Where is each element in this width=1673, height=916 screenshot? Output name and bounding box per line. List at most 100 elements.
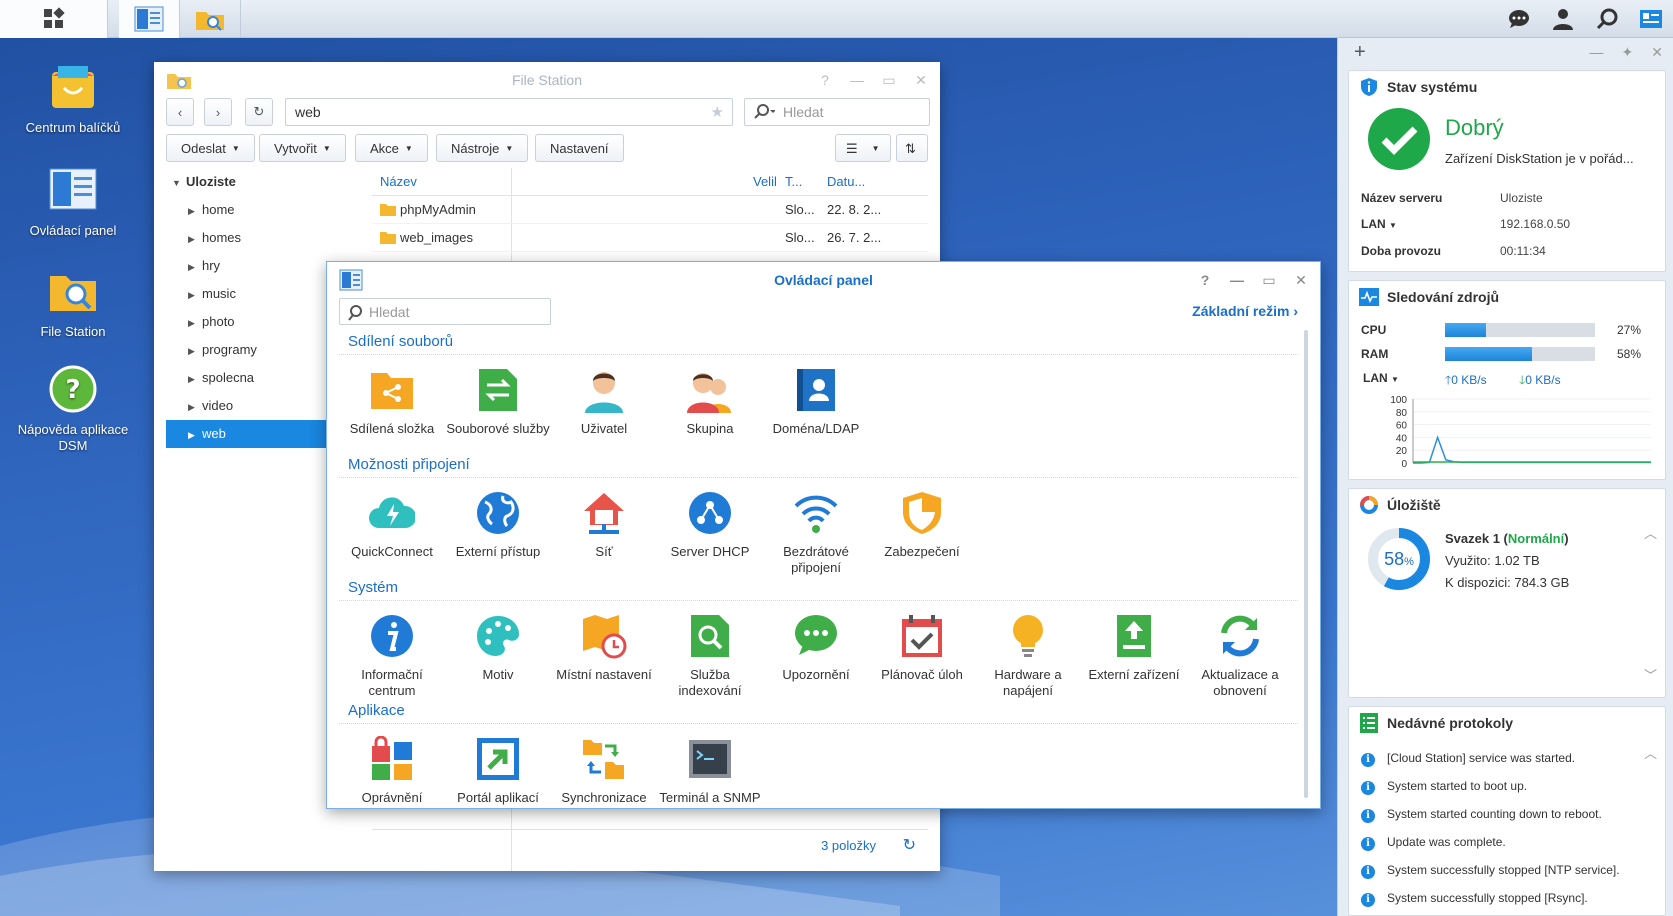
file-list-header: Název Velil T... Datu... [372, 168, 928, 196]
main-menu-button[interactable] [0, 0, 108, 38]
chevron-up-icon[interactable]: ︿ [1644, 743, 1657, 762]
column-type[interactable]: T... [785, 174, 802, 189]
cp-item-application-portal[interactable]: Portál aplikací [445, 728, 551, 808]
pin-icon[interactable]: ✦ [1622, 44, 1634, 61]
help-button[interactable]: ? [1194, 269, 1216, 291]
cp-item-update-restore[interactable]: Aktualizace a obnovení [1187, 605, 1293, 701]
desktop-icon-file-station[interactable]: File Station [3, 266, 143, 340]
folder-search-icon [50, 276, 96, 311]
log-text: System started counting down to reboot. [1387, 807, 1602, 821]
settings-button[interactable]: Nastavení [535, 134, 624, 162]
help-button[interactable]: ? [814, 69, 836, 91]
search-input[interactable]: Hledat [339, 298, 551, 325]
column-date[interactable]: Datu... [827, 174, 865, 189]
cp-item-shared-folder[interactable]: Sdílená složka [339, 359, 445, 455]
check-circle-icon [1368, 108, 1430, 170]
cp-item-shared-folder-sync[interactable]: Synchronizace sdílených [551, 728, 657, 808]
close-button[interactable]: ✕ [1290, 269, 1312, 291]
cp-item-label: Sdílená složka [349, 421, 435, 436]
table-row[interactable]: phpMyAdmin Slo... 22. 8. 2... [372, 196, 928, 224]
lan-dropdown[interactable]: LAN ▼ [1363, 371, 1399, 385]
close-button[interactable]: ✕ [910, 69, 932, 91]
widgets-toggle-button[interactable] [1629, 0, 1673, 38]
search-input[interactable]: Hledat [744, 98, 930, 126]
cp-item-task-scheduler[interactable]: Plánovač úloh [869, 605, 975, 701]
file-name: phpMyAdmin [400, 202, 476, 217]
cp-item-label: Souborové služby [446, 421, 550, 436]
search-button[interactable] [1585, 0, 1629, 38]
taskbar-control-panel-button[interactable] [119, 0, 180, 38]
widget-title-label: Sledování zdrojů [1387, 289, 1500, 305]
volume-title: Svazek 1 (Normální) [1445, 531, 1569, 546]
control-panel-icon [134, 6, 164, 32]
path-field[interactable]: web ★ [285, 98, 733, 126]
cp-item-terminal-snmp[interactable]: Terminál a SNMP [657, 728, 763, 808]
log-entry: i System successfully stopped [Rsync]. [1361, 891, 1588, 907]
minimize-icon[interactable]: — [1590, 44, 1604, 61]
tree-item-home[interactable]: ▶ home [166, 196, 366, 224]
basic-mode-link[interactable]: Základní režim › [1192, 303, 1298, 319]
cp-item-indexing-service[interactable]: Služba indexování [657, 605, 763, 701]
desktop-icon-control-panel[interactable]: Ovládací panel [3, 165, 143, 239]
cp-item-file-services[interactable]: Souborové služby [445, 359, 551, 455]
cp-item-quickconnect[interactable]: QuickConnect [339, 482, 445, 578]
cp-item-user[interactable]: Uživatel [551, 359, 657, 455]
refresh-button[interactable]: ↻ [245, 98, 273, 126]
volume-used: Využito: 1.02 TB [1445, 553, 1540, 568]
volume-free: K dispozici: 784.3 GB [1445, 575, 1570, 590]
upload-button[interactable]: Odeslat ▼ [166, 134, 255, 162]
action-button[interactable]: Akce ▼ [355, 134, 428, 162]
cp-item-security[interactable]: Zabezpečení [869, 482, 975, 578]
minimize-button[interactable]: — [846, 69, 868, 91]
shared-folder-icon [371, 373, 413, 409]
cp-item-wireless[interactable]: Bezdrátové připojení [763, 482, 869, 578]
taskbar-file-station-button[interactable] [180, 0, 241, 38]
back-button[interactable]: ‹ [166, 98, 194, 126]
cp-item-group[interactable]: Skupina [657, 359, 763, 455]
chevron-down-icon[interactable]: ﹀ [1644, 665, 1657, 684]
notifications-button[interactable] [1497, 0, 1541, 38]
desktop-icon-dsm-help[interactable]: ? Nápověda aplikace DSM [3, 364, 143, 454]
column-size[interactable]: Velil [753, 174, 777, 189]
column-name[interactable]: Název [380, 174, 417, 189]
maximize-button[interactable]: ▭ [878, 69, 900, 91]
cp-item-regional-options[interactable]: Místní nastavení [551, 605, 657, 701]
create-button[interactable]: Vytvořit ▼ [259, 134, 346, 162]
view-mode-button[interactable]: ☰ ▼ [835, 134, 891, 162]
cp-item-hardware-power[interactable]: Hardware a napájení [975, 605, 1081, 701]
forward-button[interactable]: › [204, 98, 232, 126]
cp-item-dhcp-server[interactable]: Server DHCP [657, 482, 763, 578]
cp-item-external-access[interactable]: Externí přístup [445, 482, 551, 578]
scrollbar[interactable] [1304, 330, 1308, 798]
minimize-button[interactable]: — [1226, 269, 1248, 291]
caret-down-icon: ▼ [505, 144, 514, 153]
cp-item-privileges[interactable]: Oprávnění [339, 728, 445, 808]
tree-item-homes[interactable]: ▶ homes [166, 224, 366, 252]
cp-item-theme[interactable]: Motiv [445, 605, 551, 701]
cp-item-info-center[interactable]: Informační centrum [339, 605, 445, 701]
maximize-button[interactable]: ▭ [1258, 269, 1280, 291]
desktop-icon-package-center[interactable]: Centrum balíčků [3, 62, 143, 136]
user-options-button[interactable] [1541, 0, 1585, 38]
tools-button[interactable]: Nástroje ▼ [436, 134, 529, 162]
file-station-titlebar[interactable]: File Station ? — ▭ ✕ [154, 62, 940, 98]
add-widget-button[interactable]: + [1354, 41, 1366, 64]
cp-item-domain-ldap[interactable]: Doména/LDAP [763, 359, 869, 455]
taskbar [0, 0, 1673, 38]
tree-item-web[interactable]: ▶ web [166, 420, 336, 448]
cp-item-network[interactable]: Síť [551, 482, 657, 578]
tree-root[interactable]: ▼ Uloziste [166, 168, 366, 196]
cp-item-notification[interactable]: Upozornění [763, 605, 869, 701]
close-icon[interactable]: ✕ [1651, 44, 1663, 61]
chevron-up-icon[interactable]: ︿ [1644, 523, 1657, 542]
cp-item-label: Oprávnění [361, 790, 423, 805]
refresh-icon[interactable]: ↻ [903, 835, 916, 855]
table-row[interactable]: web_images Slo... 26. 7. 2... [372, 224, 928, 252]
caret-right-icon: ▶ [188, 374, 195, 384]
cp-item-external-devices[interactable]: Externí zařízení [1081, 605, 1187, 701]
ram-progress-fill [1445, 347, 1532, 361]
star-icon[interactable]: ★ [711, 103, 724, 121]
lan-dropdown[interactable]: LAN ▼ [1361, 217, 1397, 231]
sort-button[interactable]: ⇅ [896, 134, 928, 162]
control-panel-titlebar[interactable]: Ovládací panel ? — ▭ ✕ [327, 262, 1320, 298]
